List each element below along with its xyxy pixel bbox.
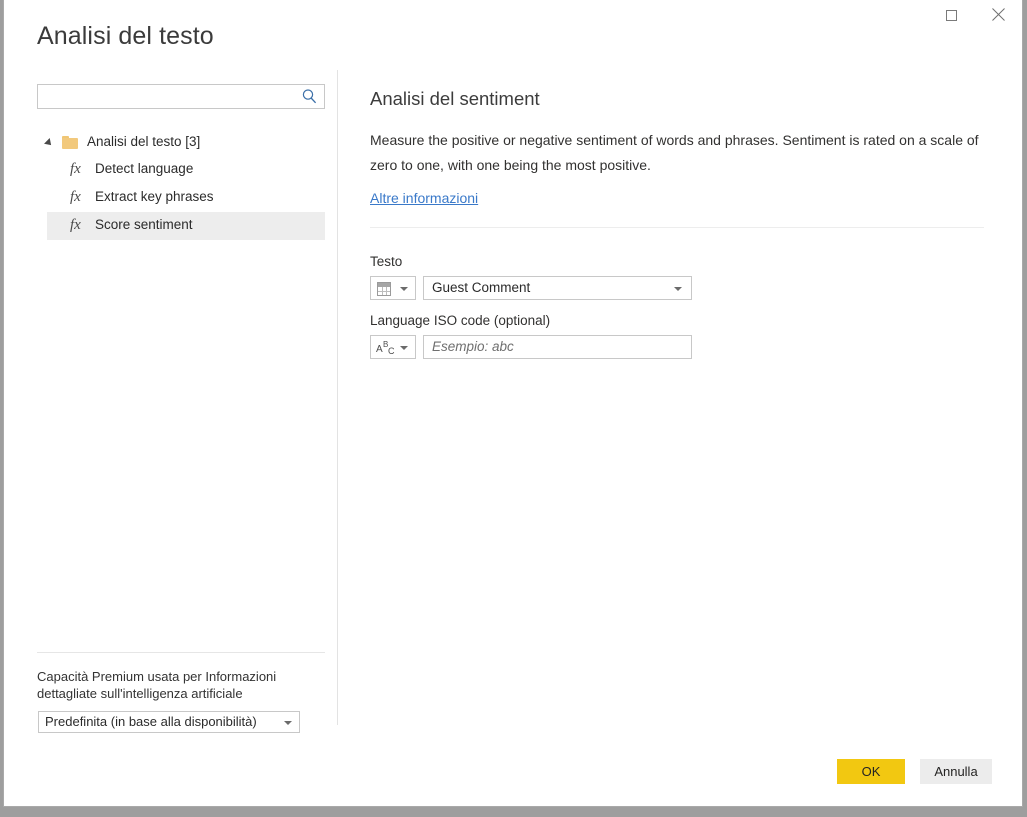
fx-function-icon: fx bbox=[70, 217, 81, 233]
chevron-down-icon bbox=[400, 287, 408, 291]
language-type-button[interactable]: ABC bbox=[370, 335, 416, 359]
page-title: Analisi del testo bbox=[37, 22, 214, 50]
cancel-button[interactable]: Annulla bbox=[920, 759, 992, 784]
folder-icon bbox=[62, 136, 78, 149]
ok-button[interactable]: OK bbox=[837, 759, 905, 784]
tree-root-label: Analisi del testo [3] bbox=[87, 134, 201, 149]
field-label-language-iso: Language ISO code (optional) bbox=[370, 313, 551, 328]
close-button[interactable] bbox=[975, 0, 1020, 30]
section-description: Measure the positive or negative sentime… bbox=[370, 132, 979, 173]
language-placeholder: Esempio: abc bbox=[432, 339, 514, 354]
tree-item-extract-key-phrases[interactable]: fx Extract key phrases bbox=[4, 184, 337, 212]
testo-type-button[interactable] bbox=[370, 276, 416, 300]
sidebar-divider bbox=[37, 652, 325, 653]
fx-function-icon: fx bbox=[70, 161, 81, 177]
tree-item-detect-language[interactable]: fx Detect language bbox=[4, 156, 337, 184]
search-input[interactable] bbox=[38, 85, 298, 108]
fx-function-icon: fx bbox=[70, 189, 81, 205]
table-column-icon bbox=[377, 282, 391, 296]
text-analytics-dialog: Analisi del testo Analisi del testo [3] … bbox=[3, 0, 1023, 807]
chevron-down-icon bbox=[400, 346, 408, 350]
testo-value: Guest Comment bbox=[432, 280, 531, 295]
capacity-dropdown[interactable]: Predefinita (in base alla disponibilità) bbox=[38, 711, 300, 733]
field-label-testo: Testo bbox=[370, 254, 403, 269]
sidebar: Analisi del testo [3] fx Detect language… bbox=[4, 70, 337, 740]
search-box[interactable] bbox=[37, 84, 325, 109]
function-tree: Analisi del testo [3] fx Detect language… bbox=[4, 130, 337, 240]
capacity-label: Capacità Premium usata per Informazioni … bbox=[37, 669, 277, 701]
capacity-dropdown-value: Predefinita (in base alla disponibilità) bbox=[45, 714, 257, 729]
main-content: Analisi del sentiment Measure the positi… bbox=[337, 70, 1022, 806]
learn-more-link[interactable]: Altre informazioni bbox=[370, 190, 478, 206]
section-title: Analisi del sentiment bbox=[370, 88, 540, 109]
maximize-square-icon bbox=[946, 9, 957, 21]
maximize-button[interactable] bbox=[929, 0, 974, 30]
expander-triangle-icon[interactable] bbox=[44, 138, 54, 148]
content-divider bbox=[370, 227, 984, 228]
language-value-input[interactable]: Esempio: abc bbox=[423, 335, 692, 359]
tree-item-label: Detect language bbox=[95, 161, 194, 176]
testo-value-dropdown[interactable]: Guest Comment bbox=[423, 276, 692, 300]
screen: Analisi del testo Analisi del testo [3] … bbox=[0, 0, 1027, 817]
tree-item-label: Extract key phrases bbox=[95, 189, 214, 204]
tree-item-label: Score sentiment bbox=[95, 217, 193, 232]
abc-text-icon: ABC bbox=[376, 340, 395, 356]
close-x-icon bbox=[991, 8, 1005, 22]
tree-root-node[interactable]: Analisi del testo [3] bbox=[4, 130, 337, 156]
search-icon[interactable] bbox=[301, 88, 318, 105]
chevron-down-icon bbox=[284, 721, 292, 725]
chevron-down-icon bbox=[674, 287, 682, 291]
tree-item-score-sentiment[interactable]: fx Score sentiment bbox=[47, 212, 325, 240]
